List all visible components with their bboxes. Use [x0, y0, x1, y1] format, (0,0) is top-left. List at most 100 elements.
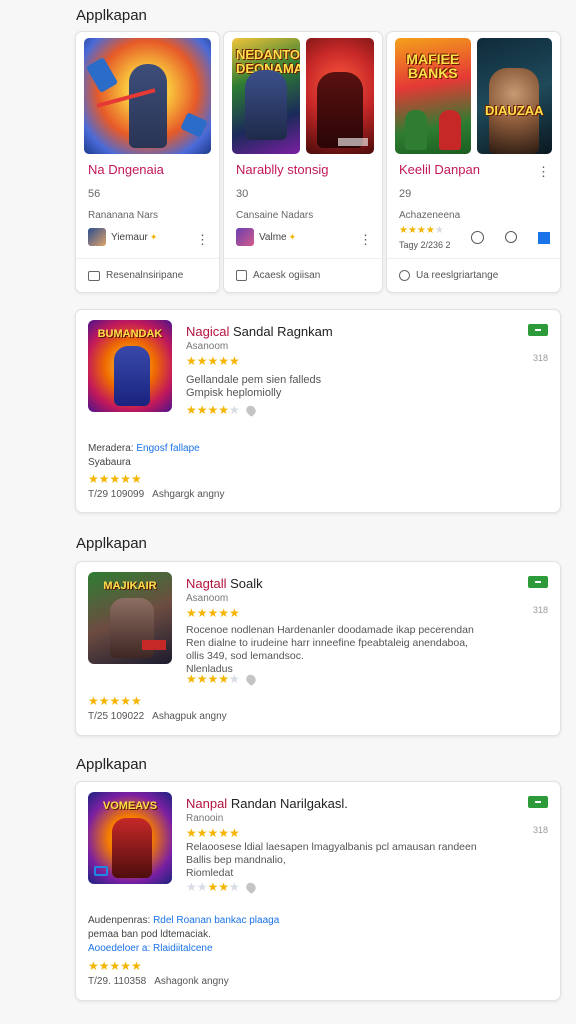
rating-stars: ★★★★★ — [88, 472, 142, 486]
more-options-icon[interactable]: ⋮ — [359, 232, 372, 248]
card-footer[interactable]: Acaesk ogiisan — [224, 258, 382, 292]
footer-label: Acaesk ogiisan — [253, 270, 321, 281]
user-rating[interactable]: ★★★★★ — [186, 672, 258, 686]
description-line: Relaoosese ldial laesapen lmagyalbanis p… — [186, 841, 477, 853]
app-thumbnail[interactable] — [84, 38, 211, 154]
date-note: Ashagpuk angny — [152, 711, 227, 722]
app-description: Gellandale pem sien falleds Gmpisk heplo… — [186, 374, 321, 400]
avatar — [88, 228, 106, 246]
meta-label: Audenpenras: — [88, 915, 151, 926]
update-date: T/29 109099 Ashgargk angny — [88, 489, 224, 500]
app-description: Relaoosese ldial laesapen lmagyalbanis p… — [186, 841, 477, 880]
section-title: Applkapan — [76, 535, 147, 552]
app-subtitle: Cansaine Nadars — [236, 210, 314, 221]
meta-line[interactable]: Aooedeloer a: Rlaidiitalcene — [88, 943, 213, 954]
app-card[interactable]: MAFIEE BANKS DIAUZAA Keelil Danpan ⋮ 29 … — [386, 31, 561, 293]
share-icon[interactable] — [471, 231, 484, 244]
heart-icon[interactable] — [244, 403, 258, 417]
app-size: 318 — [532, 825, 548, 835]
rating-stars: ★★★★★ — [186, 403, 240, 417]
screen-icon — [88, 270, 100, 281]
rating-stars: ★★★★★ — [399, 225, 444, 236]
thumbnail-title: MAFIEE BANKS — [406, 51, 460, 81]
app-listing[interactable]: MAJIKAIR Nagtall Soalk Asanoom ★★★★★ Roc… — [75, 561, 561, 736]
app-name[interactable]: Keelil Danpan — [399, 162, 480, 177]
heart-icon[interactable] — [244, 672, 258, 686]
developer[interactable]: Yiemaur ✦ — [88, 228, 157, 246]
checkbox-icon — [236, 270, 247, 281]
app-title[interactable]: Nagical Sandal Ragnkam — [186, 324, 333, 339]
app-title[interactable]: Nanpal Randan Narilgakasl. — [186, 796, 348, 811]
app-subtitle: Rananana Nars — [88, 210, 159, 221]
app-count: 29 — [399, 188, 412, 200]
title-prefix: Nanpal — [186, 796, 228, 811]
rating-stars: ★★★★★ — [186, 354, 240, 368]
description-line: Rocenoe nodlenan Hardenanler doodamade i… — [186, 624, 474, 636]
date-note: Ashgargk angny — [152, 489, 225, 500]
search-icon[interactable] — [505, 231, 517, 243]
developer-name: Valme — [259, 231, 287, 243]
app-icon[interactable]: MAJIKAIR — [88, 572, 172, 664]
app-thumbnail[interactable]: MAFIEE BANKS — [395, 38, 471, 154]
title-prefix: Nagical — [186, 324, 230, 339]
app-subtitle: Achazeneena — [399, 210, 461, 221]
card-footer[interactable]: Resenalnsiripane — [76, 258, 219, 292]
date-value: T/29 109099 — [88, 489, 145, 500]
section-title: Applkapan — [76, 756, 147, 773]
install-button[interactable] — [528, 324, 548, 336]
app-card[interactable]: NEDANTO DEONAMAN Narablly stonsig 30 Can… — [223, 31, 383, 293]
install-button[interactable] — [528, 576, 548, 588]
description-line: Ballis bep mandnalio, — [186, 854, 286, 866]
app-name[interactable]: Narablly stonsig — [236, 162, 329, 177]
avatar — [236, 228, 254, 246]
date-value: T/29. 110358 — [88, 976, 147, 987]
title-prefix: Nagtall — [186, 576, 227, 591]
app-count: 56 — [88, 188, 101, 200]
user-rating[interactable]: ★★★★★ — [186, 880, 258, 894]
app-thumbnail[interactable]: NEDANTO DEONAMAN — [232, 38, 300, 154]
description-line: Gellandale pem sien falleds — [186, 374, 322, 386]
app-size: 318 — [532, 605, 548, 615]
developer[interactable]: Valme ✦ — [236, 228, 296, 246]
description-line: Gmpisk heplomiolly — [186, 387, 282, 399]
title-text: Randan Narilgakasl. — [230, 796, 348, 811]
section-title: Applkapan — [76, 7, 147, 24]
app-listing[interactable]: VOMEAVS Nanpal Randan Narilgakasl. Ranoo… — [75, 781, 561, 1001]
meta-label: Meradera: — [88, 443, 134, 454]
title-text: Soalk — [230, 576, 263, 591]
more-options-icon[interactable]: ⋮ — [537, 164, 550, 180]
rating-stars: ★★★★★ — [186, 672, 240, 686]
app-title[interactable]: Nagtall Soalk — [186, 576, 263, 591]
rating-stars: ★★★★★ — [186, 606, 240, 620]
title-text: Sandal Ragnkam — [232, 324, 333, 339]
verified-badge-icon: ✦ — [288, 231, 297, 242]
app-icon[interactable]: VOMEAVS — [88, 792, 172, 884]
rating-stars: ★★★★★ — [186, 826, 240, 840]
release-date: Tagy 2/236 2 — [399, 240, 451, 250]
app-thumbnail[interactable]: DIAUZAA — [476, 38, 552, 154]
publisher: Asanoom — [186, 593, 229, 604]
app-name[interactable]: Na Dngenaia — [88, 162, 164, 177]
bookmark-icon[interactable] — [538, 232, 550, 244]
app-card[interactable]: Na Dngenaia 56 Rananana Nars Yiemaur ✦ ⋮… — [75, 31, 220, 293]
meta-link[interactable]: Rdel Roanan bankac plaaga — [153, 915, 279, 926]
verified-badge-icon: ✦ — [149, 231, 158, 242]
rating-stars: ★★★★★ — [88, 959, 142, 973]
app-icon[interactable]: BUMANDAK — [88, 320, 172, 412]
install-button[interactable] — [528, 796, 548, 808]
meta-line: Audenpenras: Rdel Roanan bankac plaaga — [88, 915, 279, 926]
icon-title: BUMANDAK — [97, 328, 163, 340]
update-date: T/25 109022 Ashagpuk angny — [88, 711, 227, 722]
user-rating[interactable]: ★★★★★ — [186, 403, 258, 417]
card-footer[interactable]: Ua reeslgriartange — [387, 258, 560, 292]
more-options-icon[interactable]: ⋮ — [196, 232, 209, 248]
developer-name: Yiemaur — [111, 231, 148, 243]
publisher: Asanoom — [186, 341, 229, 352]
app-listing[interactable]: BUMANDAK Nagical Sandal Ragnkam Asanoom … — [75, 309, 561, 513]
meta-line: Meradera: Engosf fallape — [88, 443, 200, 454]
meta-line: pemaa ban pod ldtemaciak. — [88, 929, 211, 940]
footer-label: Ua reeslgriartange — [416, 270, 499, 281]
heart-icon[interactable] — [244, 880, 258, 894]
meta-link[interactable]: Engosf fallape — [136, 443, 199, 454]
app-thumbnail[interactable] — [306, 38, 374, 154]
